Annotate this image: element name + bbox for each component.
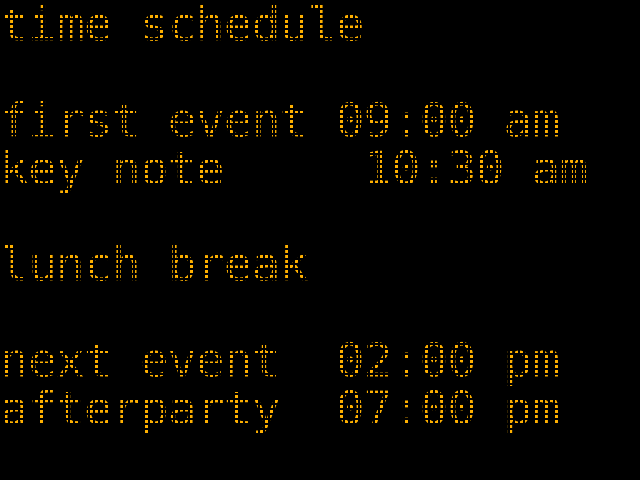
led-schedule-board: time schedule first event 09:00 am key n…: [0, 0, 640, 480]
schedule-row-key-note: key note 10:30 am: [0, 142, 588, 196]
schedule-row-next-event: next event 02:00 pm: [0, 334, 560, 388]
schedule-row-first-event: first event 09:00 am: [0, 94, 560, 148]
schedule-row-afterparty: afterparty 07:00 pm: [0, 382, 560, 436]
schedule-title: time schedule: [0, 0, 365, 52]
schedule-row-lunch-break: lunch break: [0, 238, 309, 292]
